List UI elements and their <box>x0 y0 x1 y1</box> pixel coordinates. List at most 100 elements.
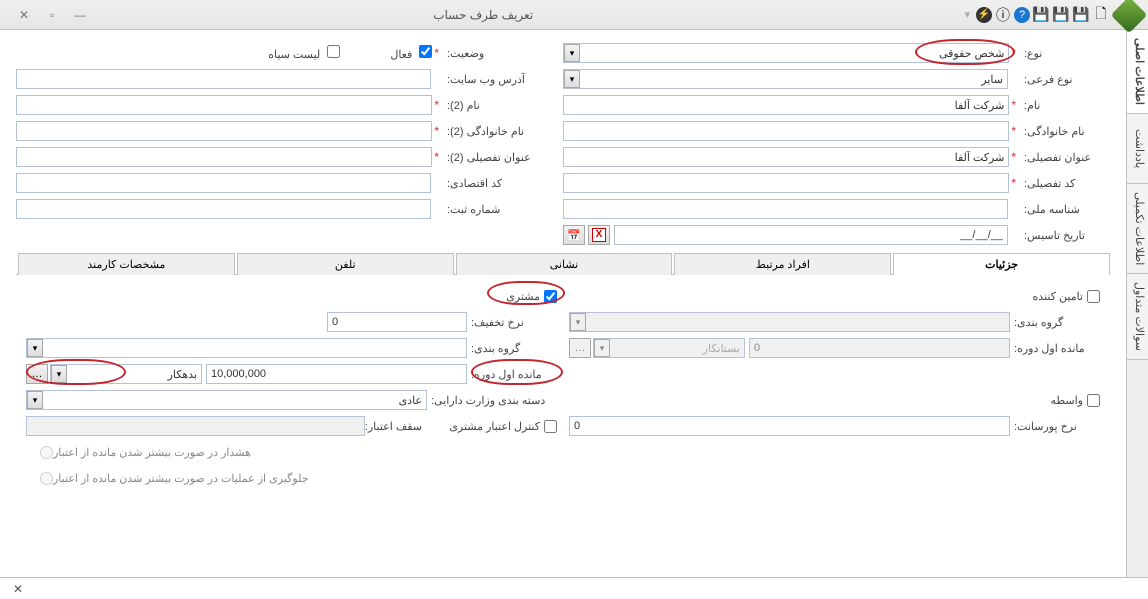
help-icon[interactable]: ? <box>1014 7 1030 23</box>
detailtitle-label: عنوان تفصیلی: <box>1020 151 1110 164</box>
status-active-check[interactable] <box>419 45 432 58</box>
grouping-r-select <box>569 312 1010 332</box>
grouping-r-label: گروه بندی: <box>1010 316 1100 329</box>
required-marker: * <box>1011 46 1016 60</box>
supplier-label: تامین کننده <box>1033 290 1083 303</box>
side-tab-notes[interactable]: یادداشت <box>1127 114 1148 184</box>
name-label: نام: <box>1020 99 1110 112</box>
lastname-label: نام خانوادگی: <box>1020 125 1110 138</box>
tab-related-people[interactable]: افراد مرتبط <box>674 253 891 275</box>
opening-r-type <box>593 338 745 358</box>
tax-category-label: دسته بندی وزارت دارایی: <box>427 394 557 407</box>
customer-check[interactable] <box>544 290 557 303</box>
subtype-select[interactable] <box>563 69 1008 89</box>
opening-r-input <box>749 338 1010 358</box>
name2-input[interactable] <box>16 95 432 115</box>
type-select[interactable] <box>563 43 1009 63</box>
opening-r-type-dropdown: ▾ <box>594 339 610 357</box>
save-icon[interactable]: 💾 <box>1072 6 1090 24</box>
opening-l-type[interactable] <box>50 364 202 384</box>
save2-icon[interactable]: 💾 <box>1052 6 1070 24</box>
form-panel: نوع: * ▾ وضعیت: * فعال لیست سیاه <box>0 30 1126 577</box>
subtype-label: نوع فرعی: <box>1020 73 1110 86</box>
tab-address[interactable]: نشانی <box>456 253 673 275</box>
customer-label: مشتری <box>506 290 540 303</box>
detailtitle2-input[interactable] <box>16 147 432 167</box>
regno-input[interactable] <box>16 199 431 219</box>
detailtitle2-label: عنوان تفصیلی (2): <box>443 151 533 164</box>
status-active-label: فعال <box>390 49 412 61</box>
nationalid-label: شناسه ملی: <box>1020 203 1110 216</box>
tax-category-select[interactable] <box>26 390 427 410</box>
regno-label: شماره ثبت: <box>443 203 533 216</box>
side-tab-main-info[interactable]: اطلاعات اصلی <box>1127 30 1148 114</box>
discount-label: نرخ تخفیف: <box>467 316 557 329</box>
opening-l-browse[interactable]: … <box>26 364 48 384</box>
type-label: نوع: <box>1020 47 1110 60</box>
founddate-label: تاریخ تاسیس: <box>1020 229 1110 242</box>
title-bar: 🗋 💾 💾 💾 ? ⓘ ⚡ ▾ تعریف طرف حساب — ▫ ✕ <box>0 0 1148 30</box>
side-tab-additional[interactable]: اطلاعات تکمیلی <box>1127 184 1148 274</box>
minimize-button[interactable]: — <box>70 5 90 25</box>
tab-employee-info[interactable]: مشخصات کارمند <box>18 253 235 275</box>
side-tab-faq[interactable]: سوالات متداول <box>1127 274 1148 360</box>
website-input[interactable] <box>16 69 431 89</box>
credit-control-check[interactable] <box>544 420 557 433</box>
opening-l-input[interactable] <box>206 364 467 384</box>
date-clear-button[interactable]: X <box>588 225 610 245</box>
commission-input[interactable] <box>569 416 1010 436</box>
warn-radio[interactable] <box>40 446 53 459</box>
type-dropdown-button[interactable]: ▾ <box>564 44 580 62</box>
name2-label: نام (2): <box>443 99 533 112</box>
econcode-label: کد اقتصادی: <box>443 177 533 190</box>
warn-option-label: هشدار در صورت بیشتر شدن مانده از اعتبار <box>53 446 251 459</box>
tab-phone[interactable]: تلفن <box>237 253 454 275</box>
opening-l-type-dropdown[interactable]: ▾ <box>51 365 67 383</box>
lastname2-label: نام خانوادگی (2): <box>443 125 533 138</box>
name-input[interactable] <box>563 95 1009 115</box>
intermediary-label: واسطه <box>1050 394 1083 407</box>
lastname2-input[interactable] <box>16 121 432 141</box>
status-label: وضعیت: <box>443 47 533 60</box>
new-doc-icon[interactable]: 🗋 <box>1092 6 1110 24</box>
discount-input[interactable] <box>327 312 467 332</box>
econcode-input[interactable] <box>16 173 431 193</box>
close-button[interactable]: ✕ <box>14 5 34 25</box>
website-label: آدرس وب سایت: <box>443 73 533 86</box>
tab-details[interactable]: جزئیات <box>893 253 1110 275</box>
tax-category-dropdown[interactable]: ▾ <box>27 391 43 409</box>
info-icon[interactable]: ⓘ <box>994 6 1012 24</box>
grouping-l-dropdown[interactable]: ▾ <box>27 339 43 357</box>
lastname-input[interactable] <box>563 121 1009 141</box>
date-picker-button[interactable]: 📅 <box>563 225 585 245</box>
detailcode-input[interactable] <box>563 173 1009 193</box>
bottom-close-icon[interactable]: ✕ <box>8 579 28 599</box>
app-logo <box>1111 0 1148 33</box>
grouping-l-select[interactable] <box>26 338 467 358</box>
flash-icon[interactable]: ⚡ <box>976 7 992 23</box>
subtype-dropdown-button[interactable]: ▾ <box>564 70 580 88</box>
grouping-l-label: گروه بندی: <box>467 342 557 355</box>
opening-r-browse: … <box>569 338 591 358</box>
commission-label: نرخ پورسانت: <box>1010 420 1100 433</box>
restore-button[interactable]: ▫ <box>42 5 62 25</box>
status-blacklist-label: لیست سیاه <box>268 49 320 61</box>
credit-limit-label: سقف اعتبار: <box>365 420 422 433</box>
block-radio[interactable] <box>40 472 53 485</box>
credit-control-label: کنترل اعتبار مشتری <box>428 420 540 433</box>
opening-l-label: مانده اول دوره: <box>467 368 557 381</box>
bottom-bar: ✕ <box>0 577 1148 599</box>
block-option-label: جلوگیری از عملیات در صورت بیشتر شدن ماند… <box>53 472 309 485</box>
nationalid-input[interactable] <box>563 199 1008 219</box>
detailcode-label: کد تفصیلی: <box>1020 177 1110 190</box>
supplier-check[interactable] <box>1087 290 1100 303</box>
credit-limit-input <box>26 416 365 436</box>
save3-icon[interactable]: 💾 <box>1032 6 1050 24</box>
detail-tabs: جزئیات افراد مرتبط نشانی تلفن مشخصات کار… <box>16 252 1110 275</box>
grouping-r-dropdown: ▾ <box>570 313 586 331</box>
founddate-input[interactable] <box>614 225 1008 245</box>
intermediary-check[interactable] <box>1087 394 1100 407</box>
status-blacklist-check[interactable] <box>327 45 340 58</box>
window-title: تعریف طرف حساب <box>433 8 533 22</box>
detailtitle-input[interactable] <box>563 147 1009 167</box>
